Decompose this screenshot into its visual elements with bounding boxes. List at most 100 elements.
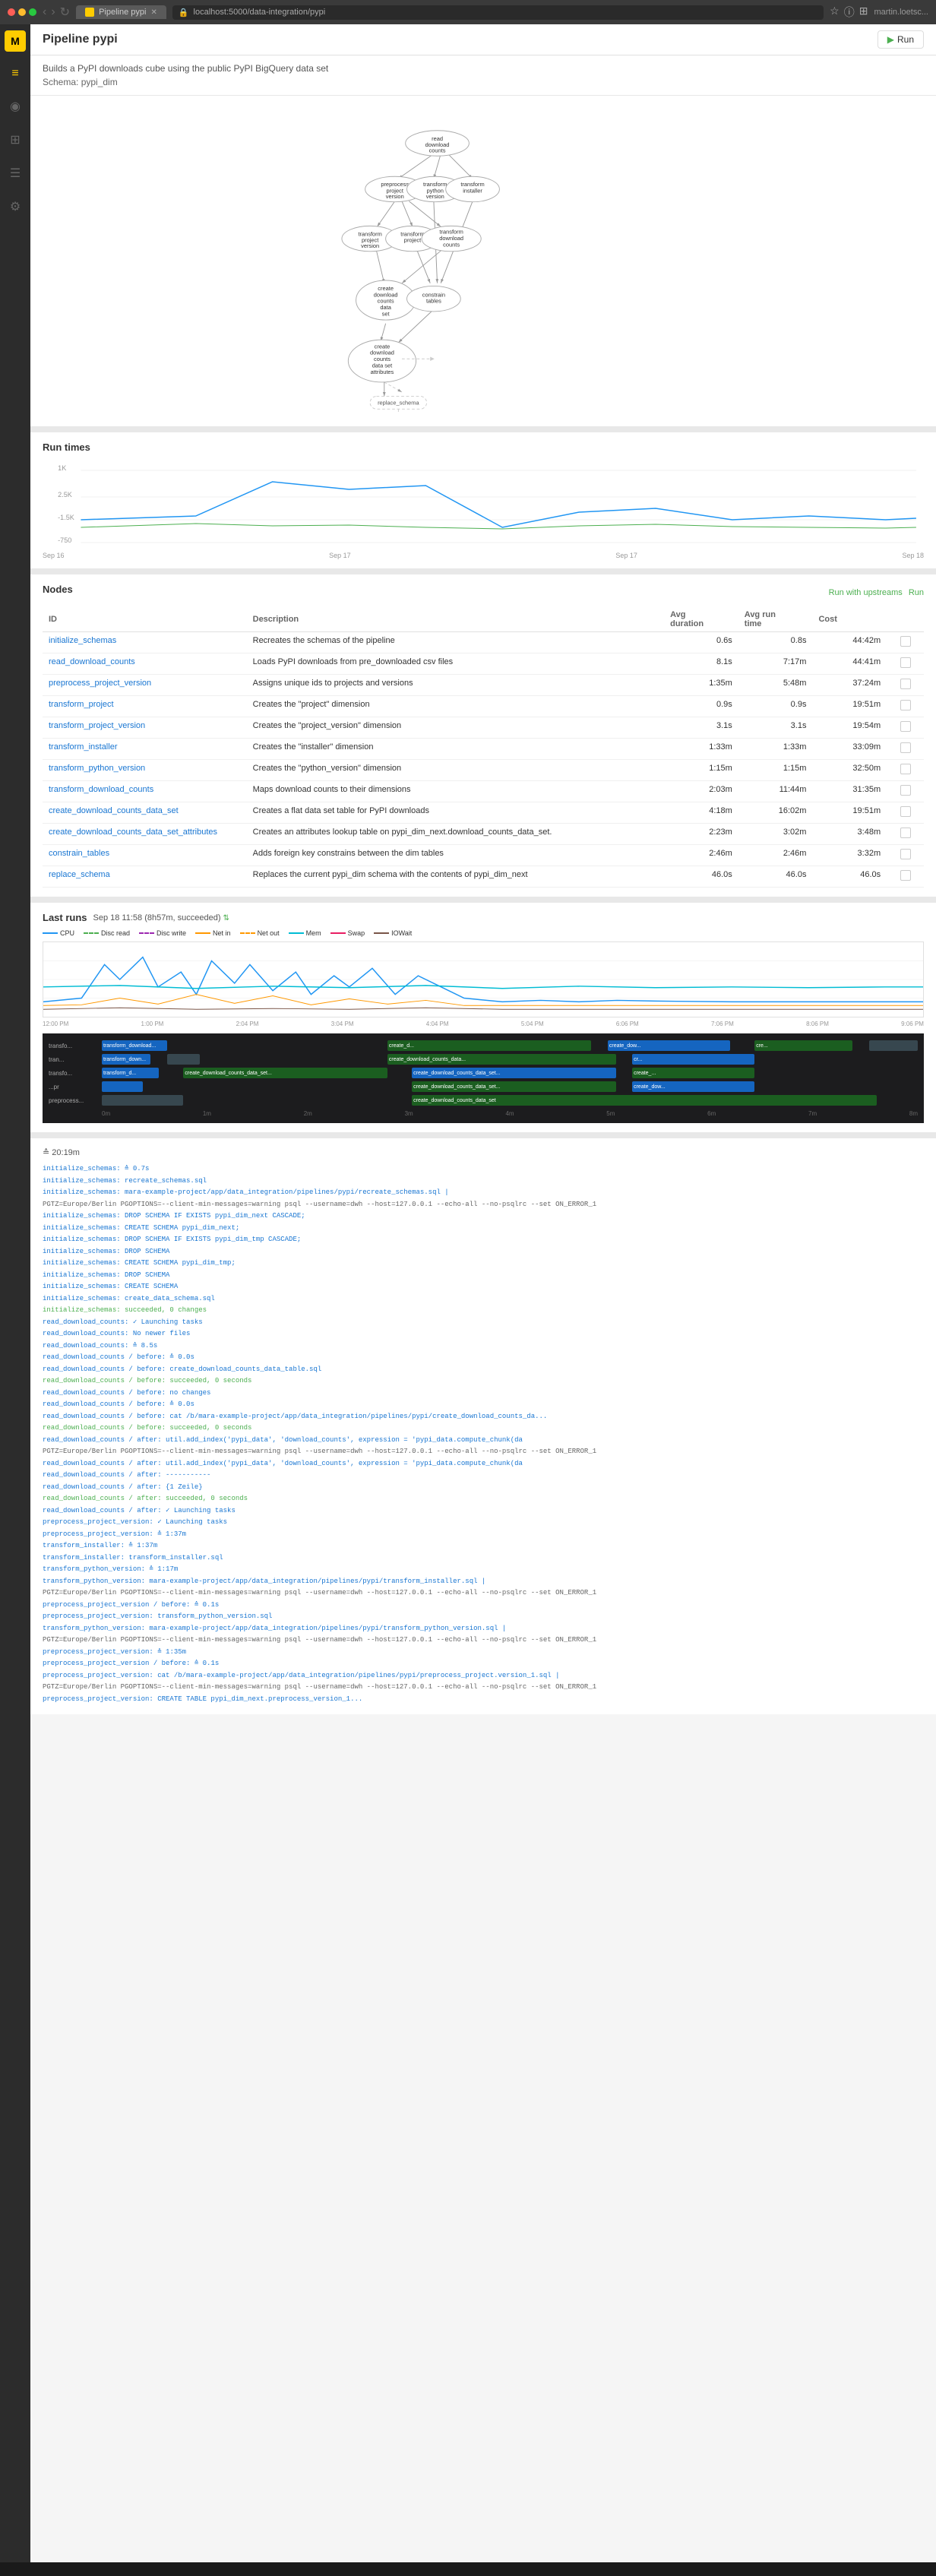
dag-node-constrain-tables: constrain tables (407, 286, 461, 311)
node-avg-run-cell: 3:02m (738, 824, 813, 845)
node-checkbox-cell[interactable] (887, 824, 924, 845)
log-line: read_download_counts / after: {1 Zeile} (43, 1482, 924, 1494)
log-line: PGTZ=Europe/Berlin PGOPTIONS=--client-mi… (43, 1635, 924, 1647)
gantt-row: transfo... transform_download... create_… (49, 1040, 918, 1052)
node-avg-duration-cell: 2:03m (664, 781, 738, 802)
node-avg-run-cell: 0.8s (738, 632, 813, 653)
dag-node-transform-installer: transform installer (446, 176, 500, 201)
app-logo[interactable]: M (5, 30, 26, 52)
info-icon[interactable]: ⓘ (844, 5, 855, 20)
tab-label: Pipeline pypi (99, 8, 146, 17)
browser-tab[interactable]: Pipeline pypi ✕ (76, 5, 166, 19)
node-checkbox-cell[interactable] (887, 653, 924, 675)
log-line: read_download_counts / after: util.add_i… (43, 1458, 924, 1470)
minimize-button[interactable] (18, 8, 26, 16)
node-checkbox-cell[interactable] (887, 802, 924, 824)
node-avg-run-cell: 16:02m (738, 802, 813, 824)
run-times-x-labels: Sep 16 Sep 17 Sep 17 Sep 18 (43, 552, 924, 559)
node-avg-duration-cell: 8.1s (664, 653, 738, 675)
node-checkbox-cell[interactable] (887, 717, 924, 739)
node-checkbox-cell[interactable] (887, 781, 924, 802)
node-avg-duration-cell: 4:18m (664, 802, 738, 824)
log-section: ≙ 20:19m initialize_schemas: ≙ 0.7siniti… (30, 1138, 936, 1714)
node-avg-run-cell: 11:44m (738, 781, 813, 802)
node-cost-cell: 44:42m (812, 632, 887, 653)
node-id-cell[interactable]: transform_project_version (43, 717, 247, 739)
legend-net-out-color (240, 932, 255, 934)
bookmark-icon[interactable]: ☆ (830, 5, 840, 20)
node-id-cell[interactable]: create_download_counts_data_set_attribut… (43, 824, 247, 845)
sidebar-icon-list[interactable]: ☰ (7, 163, 24, 184)
dag-node-replace-schema: replace_schema (370, 397, 426, 410)
table-row: create_download_counts_data_set_attribut… (43, 824, 924, 845)
gantt-bar: create_download_counts_data_set... (412, 1068, 616, 1078)
legend-net-out: Net out (240, 929, 280, 937)
log-line: preprocess_project_version: ≙ 1:35m (43, 1647, 924, 1659)
log-line: transform_python_version: ≙ 1:17m (43, 1564, 924, 1576)
node-description-cell: Creates the "installer" dimension (247, 739, 664, 760)
node-checkbox-cell[interactable] (887, 696, 924, 717)
node-avg-run-cell: 0.9s (738, 696, 813, 717)
node-id-cell[interactable]: transform_project (43, 696, 247, 717)
table-row: preprocess_project_version Assigns uniqu… (43, 675, 924, 696)
legend-disc-read-color (84, 932, 99, 934)
log-line: read_download_counts / after: succeeded,… (43, 1493, 924, 1505)
sidebar-icon-search[interactable]: ◉ (7, 96, 24, 117)
url-bar[interactable]: 🔒 localhost:5000/data-integration/pypi (172, 5, 824, 20)
node-id-cell[interactable]: transform_download_counts (43, 781, 247, 802)
node-cost-cell: 46.0s (812, 866, 887, 888)
log-line: read_download_counts / before: no change… (43, 1388, 924, 1400)
svg-text:1K: 1K (58, 464, 66, 472)
log-line: initialize_schemas: DROP SCHEMA (43, 1270, 924, 1282)
svg-text:set: set (382, 310, 391, 317)
sidebar-icon-settings[interactable]: ⚙ (7, 196, 24, 217)
svg-text:replace_schema: replace_schema (378, 400, 419, 407)
run-button[interactable]: ▶ Run (878, 30, 924, 49)
node-checkbox-cell[interactable] (887, 866, 924, 888)
table-row: replace_schema Replaces the current pypi… (43, 866, 924, 888)
node-id-cell[interactable]: constrain_tables (43, 845, 247, 866)
node-id-cell[interactable]: initialize_schemas (43, 632, 247, 653)
gantt-row: preprocess... create_download_counts_dat… (49, 1094, 918, 1106)
extensions-icon[interactable]: ⊞ (859, 5, 868, 20)
maximize-button[interactable] (29, 8, 36, 16)
legend-disc-write: Disc write (139, 929, 186, 937)
back-button[interactable]: ‹ (43, 5, 46, 19)
dag-graph[interactable]: read download counts preprocess project … (43, 108, 924, 412)
last-runs-section: Last runs Sep 18 11:58 (8h57m, succeeded… (30, 903, 936, 1138)
node-checkbox-cell[interactable] (887, 739, 924, 760)
node-id-cell[interactable]: preprocess_project_version (43, 675, 247, 696)
node-checkbox-cell[interactable] (887, 845, 924, 866)
node-description-cell: Maps download counts to their dimensions (247, 781, 664, 802)
tab-close-icon[interactable]: ✕ (150, 8, 157, 17)
node-description-cell: Creates the "python_version" dimension (247, 760, 664, 781)
node-id-cell[interactable]: transform_installer (43, 739, 247, 760)
table-row: transform_project Creates the "project" … (43, 696, 924, 717)
node-checkbox-cell[interactable] (887, 760, 924, 781)
last-runs-title: Last runs (43, 912, 87, 923)
forward-button[interactable]: › (51, 5, 55, 19)
node-checkbox-cell[interactable] (887, 632, 924, 653)
node-avg-duration-cell: 1:33m (664, 739, 738, 760)
gantt-timeline: transfo... transform_download... create_… (43, 1033, 924, 1123)
node-id-cell[interactable]: create_download_counts_data_set (43, 802, 247, 824)
svg-text:tables: tables (426, 298, 441, 305)
reload-button[interactable]: ↻ (60, 5, 70, 20)
sidebar-icon-home[interactable]: ≡ (8, 64, 21, 84)
close-button[interactable] (8, 8, 15, 16)
log-line: initialize_schemas: ≙ 0.7s (43, 1163, 924, 1176)
node-id-cell[interactable]: replace_schema (43, 866, 247, 888)
node-checkbox-cell[interactable] (887, 675, 924, 696)
node-id-cell[interactable]: transform_python_version (43, 760, 247, 781)
svg-text:installer: installer (463, 188, 482, 195)
gantt-bar: create_... (632, 1068, 754, 1078)
browser-nav: ‹ › ↻ (43, 5, 70, 20)
log-line: read_download_counts / before: succeeded… (43, 1375, 924, 1388)
run-nodes-button[interactable]: Run (909, 588, 924, 597)
node-id-cell[interactable]: read_download_counts (43, 653, 247, 675)
run-with-upstreams-button[interactable]: Run with upstreams (829, 588, 903, 597)
sidebar-icon-grid[interactable]: ⊞ (7, 129, 23, 150)
node-description-cell: Creates the "project_version" dimension (247, 717, 664, 739)
description-text: Builds a PyPI downloads cube using the p… (43, 63, 924, 74)
gantt-bar: create_d... (387, 1040, 592, 1051)
